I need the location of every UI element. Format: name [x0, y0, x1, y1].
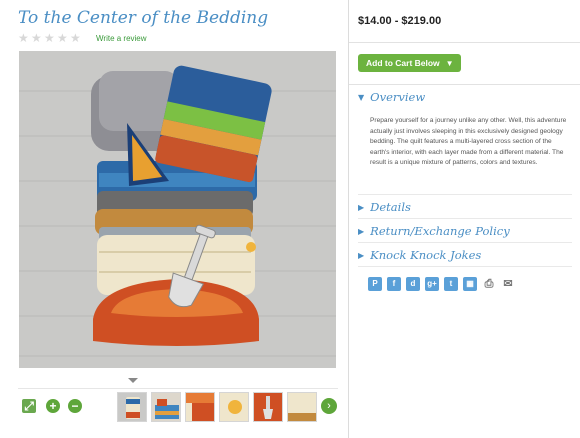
caret-right-icon: ▶	[358, 226, 365, 236]
rating-row: ★ ★ ★ ★ ★ Write a review	[18, 32, 147, 44]
share-icons: P f d g+ t ▦ ⎙ ✉	[368, 277, 515, 291]
thumbnail-bed-side[interactable]	[151, 392, 181, 422]
section-overview-toggle[interactable]: ▼ Overview	[358, 90, 425, 104]
twitter-icon[interactable]: t	[444, 277, 458, 291]
section-policy-title: Return/Exchange Policy	[370, 224, 510, 238]
pinterest-icon[interactable]: P	[368, 277, 382, 291]
thumbnail-bed-detail-orange[interactable]	[185, 392, 215, 422]
bedding-illustration	[19, 51, 336, 368]
section-overview-title: Overview	[370, 90, 426, 104]
expand-icon[interactable]: ⤢	[22, 399, 36, 413]
star-icon: ★	[18, 31, 29, 45]
divider	[349, 84, 580, 85]
product-info-column: $14.00 - $219.00 Add to Cart Below ▼ ▼ O…	[348, 0, 580, 438]
google-plus-icon[interactable]: g+	[425, 277, 439, 291]
star-icon: ★	[57, 31, 68, 45]
chevron-down-icon: ▼	[445, 58, 454, 68]
zoom-out-icon[interactable]: −	[68, 399, 82, 413]
divider	[358, 242, 572, 243]
price-range: $14.00 - $219.00	[358, 15, 442, 27]
product-title: To the Center of the Bedding	[18, 8, 269, 28]
section-details-title: Details	[370, 200, 411, 214]
section-jokes-toggle[interactable]: ▶ Knock Knock Jokes	[358, 248, 481, 262]
divider	[358, 266, 572, 267]
next-thumbnails-icon[interactable]: ›	[321, 398, 337, 414]
product-gallery-column: To the Center of the Bedding ★ ★ ★ ★ ★ W…	[0, 0, 348, 438]
add-to-cart-button[interactable]: Add to Cart Below ▼	[358, 54, 461, 72]
star-icon: ★	[44, 31, 55, 45]
section-policy-toggle[interactable]: ▶ Return/Exchange Policy	[358, 224, 510, 238]
product-main-image[interactable]	[19, 51, 336, 368]
star-icon: ★	[70, 31, 81, 45]
caret-right-icon: ▶	[358, 202, 365, 212]
thumbnail-bed-detail-cream[interactable]	[219, 392, 249, 422]
thumbnail-bed-corner[interactable]	[287, 392, 317, 422]
divider	[349, 42, 580, 43]
active-thumb-indicator	[128, 378, 138, 383]
section-jokes-title: Knock Knock Jokes	[370, 248, 482, 262]
write-review-link[interactable]: Write a review	[96, 34, 147, 43]
overview-description: Prepare yourself for a journey unlike an…	[370, 117, 567, 166]
section-details-toggle[interactable]: ▶ Details	[358, 200, 411, 214]
thumbnail-strip	[117, 392, 317, 422]
zoom-in-icon[interactable]: +	[46, 399, 60, 413]
thumbnail-shovel[interactable]	[253, 392, 283, 422]
divider	[358, 218, 572, 219]
thumbnail-toolbar: ⤢ + − ›	[18, 388, 338, 424]
facebook-icon[interactable]: f	[387, 277, 401, 291]
share-grid-icon[interactable]: ▦	[463, 277, 477, 291]
star-icon: ★	[31, 31, 42, 45]
delicious-icon[interactable]: d	[406, 277, 420, 291]
add-to-cart-label: Add to Cart Below	[366, 58, 440, 68]
print-icon[interactable]: ⎙	[482, 277, 496, 291]
caret-right-icon: ▶	[358, 250, 365, 260]
thumbnail-bed-top[interactable]	[117, 392, 147, 422]
rating-stars[interactable]: ★ ★ ★ ★ ★	[18, 32, 82, 44]
caret-down-icon: ▼	[358, 92, 365, 102]
email-icon[interactable]: ✉	[501, 277, 515, 291]
divider	[358, 194, 572, 195]
